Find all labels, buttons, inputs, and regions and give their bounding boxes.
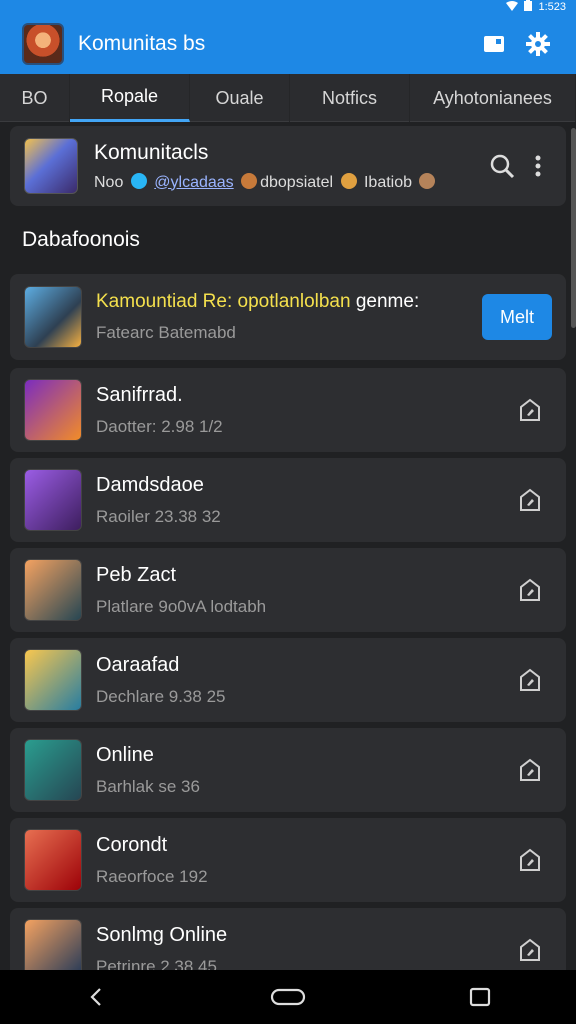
featured-game-thumbnail	[24, 286, 82, 348]
edit-icon[interactable]	[508, 838, 552, 882]
game-row[interactable]: Damdsdaoe Raoiler 23.38 32	[10, 458, 566, 542]
game-row[interactable]: Oaraafad Dechlare 9.38 25	[10, 638, 566, 722]
badge-icon	[241, 172, 258, 189]
featured-action-button[interactable]: Melt	[482, 294, 552, 340]
verified-icon	[130, 172, 147, 189]
tab-notfics[interactable]: Notfics	[290, 74, 410, 122]
game-title: Sanifrrad.	[96, 383, 183, 406]
game-title: Online	[96, 743, 154, 766]
edit-icon[interactable]	[508, 388, 552, 432]
game-thumbnail	[24, 559, 82, 621]
wifi-icon	[506, 0, 519, 14]
game-row[interactable]: Peb Zact Platlare 9o0vA lodtabh	[10, 548, 566, 632]
search-icon[interactable]	[480, 144, 524, 188]
game-title: Corondt	[96, 833, 168, 856]
system-nav-bar	[0, 970, 576, 1024]
game-subtitle: Daotter: 2.98 1/2	[96, 416, 223, 436]
edit-icon[interactable]	[508, 928, 552, 972]
tab-bo[interactable]: BO	[0, 74, 70, 122]
featured-game-subtitle: Fatearc Batemabd	[96, 323, 236, 342]
featured-game-card[interactable]: Kamountiad Re: opotlanlolban genme: Fate…	[10, 274, 566, 360]
game-list: Sanifrrad. Daotter: 2.98 1/2 Damdsdaoe Raoi…	[10, 368, 566, 998]
community-avatar[interactable]	[22, 23, 64, 65]
game-row[interactable]: Corondt Raeorfoce 192	[10, 818, 566, 902]
game-subtitle: Raeorfoce 192	[96, 866, 208, 886]
community-card[interactable]: Komunitacls Noo @ylcadaas dbopsiatel Iba…	[10, 126, 566, 206]
game-thumbnail	[24, 829, 82, 891]
back-icon[interactable]	[66, 975, 126, 1019]
game-title: Damdsdaoe	[96, 473, 204, 496]
tab-bar: BO Ropale Ouale Notfics Ayhotonianees	[0, 74, 576, 122]
home-icon[interactable]	[258, 975, 318, 1019]
more-vert-icon[interactable]	[524, 144, 552, 188]
game-thumbnail	[24, 649, 82, 711]
edit-icon[interactable]	[508, 658, 552, 702]
recents-icon[interactable]	[450, 975, 510, 1019]
tab-ayhotonianees[interactable]: Ayhotonianees	[410, 74, 576, 122]
game-subtitle: Dechlare 9.38 25	[96, 686, 226, 706]
tab-ouale[interactable]: Ouale	[190, 74, 290, 122]
game-subtitle: Platlare 9o0vA lodtabh	[96, 596, 267, 616]
featured-game-title: Kamountiad Re: opotlanlolban genme:	[96, 291, 420, 312]
game-thumbnail	[24, 379, 82, 441]
edit-icon[interactable]	[508, 568, 552, 612]
status-time: 1:523	[538, 1, 566, 13]
community-title: Komunitacls	[94, 140, 209, 164]
game-title: Sonlmg Online	[96, 923, 228, 946]
section-title: Dabafoonois	[22, 228, 140, 251]
game-row[interactable]: Sanifrrad. Daotter: 2.98 1/2	[10, 368, 566, 452]
window-icon[interactable]	[472, 22, 516, 66]
battery-icon	[524, 0, 533, 14]
game-title: Oaraafad	[96, 653, 180, 676]
game-title: Peb Zact	[96, 563, 177, 586]
community-link[interactable]: @ylcadaas	[154, 174, 233, 191]
edit-icon[interactable]	[508, 478, 552, 522]
game-thumbnail	[24, 469, 82, 531]
edit-icon[interactable]	[508, 748, 552, 792]
page-title: Komunitas bs	[78, 32, 206, 55]
face-icon	[419, 172, 436, 189]
tab-ropale[interactable]: Ropale	[70, 74, 190, 122]
app-bar: Komunitas bs	[0, 14, 576, 74]
game-subtitle: Barhlak se 36	[96, 776, 200, 796]
gear-icon[interactable]	[516, 22, 560, 66]
community-thumbnail	[24, 138, 78, 194]
game-subtitle: Raoiler 23.38 32	[96, 506, 221, 526]
scrollbar[interactable]	[571, 128, 576, 328]
community-subtitle: Noo @ylcadaas dbopsiatel Ibatiob	[94, 172, 480, 192]
game-row[interactable]: Online Barhlak se 36	[10, 728, 566, 812]
game-thumbnail	[24, 739, 82, 801]
status-bar: 1:523	[0, 0, 576, 14]
medal-icon	[340, 172, 357, 189]
